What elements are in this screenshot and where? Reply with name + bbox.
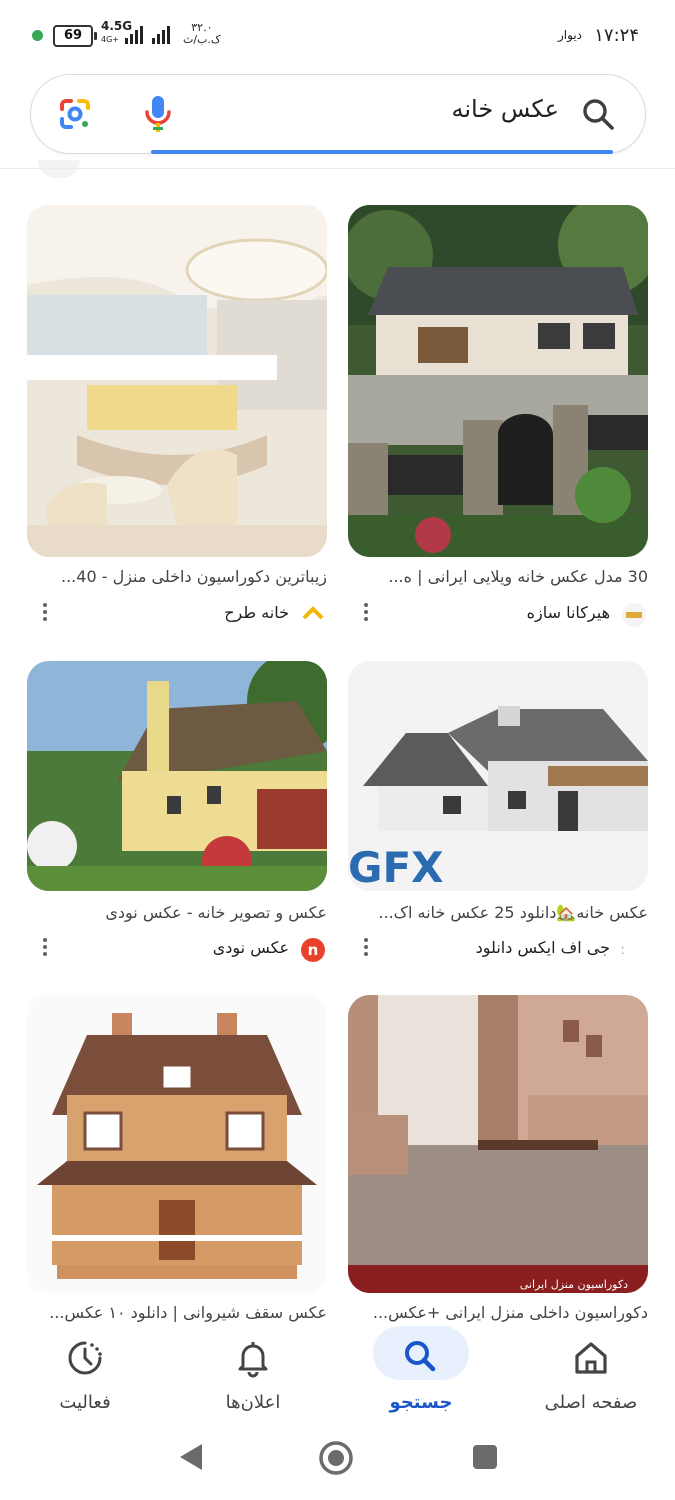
result-source[interactable]: خانه طرح (27, 601, 327, 629)
source-name: هیرکانا سازه (526, 603, 610, 622)
header-divider (0, 168, 675, 169)
nav-item-notifications[interactable]: اعلان‌ها (178, 1322, 328, 1422)
search-input[interactable]: عکس خانه (452, 95, 560, 123)
nav-item-activity[interactable]: فعالیت (10, 1322, 160, 1422)
status-bar: 69 4.5G 4G+ ۳۲.۰ ک.ب/ث دیوار ۱۷:۲۴ (0, 0, 675, 72)
search-icon (405, 1341, 436, 1372)
result-source[interactable]: هیرکانا سازه (348, 601, 648, 629)
interior-image (27, 205, 327, 557)
living-room-image (348, 995, 648, 1293)
nav-item-search[interactable]: جستجو (346, 1322, 496, 1422)
recent-apps-icon[interactable] (473, 1445, 497, 1469)
filter-chip-edge (38, 160, 80, 178)
more-options-icon[interactable] (41, 936, 49, 960)
more-options-icon[interactable] (362, 936, 370, 960)
search-bar[interactable]: عکس خانه (30, 74, 646, 154)
svg-text:GFX: GFX (622, 946, 624, 957)
result-thumbnail[interactable] (27, 995, 327, 1293)
source-name: خانه طرح (224, 603, 289, 622)
battery-level: 69 (63, 28, 83, 43)
signal-icon-2 (152, 24, 174, 44)
bell-icon (238, 1342, 268, 1378)
nav-label: اعلان‌ها (225, 1392, 281, 1413)
clock: ۱۷:۲۴ (594, 25, 639, 46)
result-source[interactable]: n عکس نودی (27, 936, 327, 964)
microphone-icon[interactable] (143, 94, 173, 134)
image-watermark: دکوراسیون منزل ایرانی (519, 1278, 628, 1291)
result-thumbnail[interactable] (27, 661, 327, 891)
result-thumbnail[interactable] (348, 995, 648, 1293)
nav-label: جستجو (389, 1392, 453, 1413)
result-title[interactable]: 30 مدل عکس خانه ویلایی ایرانی | ه... (348, 567, 648, 586)
search-icon[interactable] (581, 97, 615, 131)
result-title[interactable]: عکس خانه🏡دانلود 25 عکس خانه اک... (348, 903, 648, 922)
system-navigation-bar (0, 1424, 675, 1500)
source-name: جی اف ایکس دانلود (475, 938, 610, 957)
more-options-icon[interactable] (362, 601, 370, 625)
villa-image (348, 205, 648, 557)
result-thumbnail[interactable] (27, 205, 327, 557)
source-name: عکس نودی (212, 938, 289, 957)
result-title[interactable]: عکس سقف شیروانی | دانلود ۱۰ عکس... (27, 1303, 327, 1322)
gfx-logo: GFX (622, 938, 646, 962)
result-title[interactable]: عکس و تصویر خانه - عکس نودی (27, 903, 327, 922)
bottom-navigation: صفحه اصلی جستجو اعلان‌ها فعالیت (0, 1322, 675, 1424)
search-progress-underline (151, 150, 613, 154)
result-thumbnail[interactable] (348, 205, 648, 557)
result-source[interactable]: GFX جی اف ایکس دانلود (348, 936, 648, 964)
nav-item-home[interactable]: صفحه اصلی (516, 1322, 666, 1422)
more-options-icon[interactable] (41, 601, 49, 625)
network-speed: ۳۲.۰ ک.ب/ث (183, 21, 221, 46)
signal-icon (125, 24, 147, 44)
home-button-icon[interactable] (318, 1440, 354, 1476)
hirkana-logo (622, 603, 646, 627)
cottage-image (27, 661, 327, 891)
gfx-watermark: GFX (348, 843, 444, 892)
nodi-logo: n (301, 938, 325, 962)
nav-label: صفحه اصلی (544, 1392, 638, 1413)
wooden-house-image (27, 995, 327, 1293)
back-icon[interactable] (178, 1442, 204, 1472)
google-lens-icon[interactable] (58, 97, 92, 131)
result-title[interactable]: دکوراسیون داخلی منزل ایرانی +عکس... (348, 1303, 648, 1322)
privacy-indicator-dot (32, 30, 43, 41)
home-icon (575, 1342, 607, 1374)
khanetarh-logo (301, 603, 325, 627)
nav-label: فعالیت (59, 1392, 111, 1413)
activity-icon (68, 1341, 102, 1375)
result-title[interactable]: زیباترین دکوراسیون داخلی منزل - 40... (27, 567, 327, 586)
status-app-label: دیوار (557, 28, 582, 42)
battery-icon: 69 (53, 25, 97, 47)
